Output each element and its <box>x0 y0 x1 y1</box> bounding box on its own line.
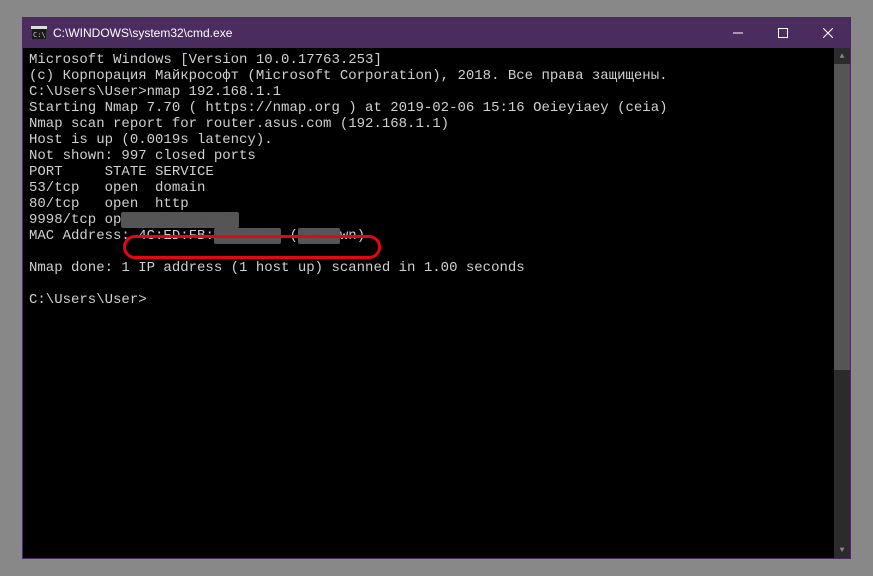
vertical-scrollbar[interactable]: ▲ ▼ <box>834 48 850 558</box>
minimize-button[interactable] <box>715 18 760 48</box>
output-line: Not shown: 997 closed ports <box>29 148 844 164</box>
output-line: Nmap done: 1 IP address (1 host up) scan… <box>29 260 844 276</box>
output-line: Starting Nmap 7.70 ( https://nmap.org ) … <box>29 100 844 116</box>
output-line: C:\Users\User>nmap 192.168.1.1 <box>29 84 844 100</box>
mac-address-line: MAC Address: 4C:ED:FB:XX:XX:XX (Unknown) <box>29 228 844 244</box>
titlebar[interactable]: C:\ C:\WINDOWS\system32\cmd.exe <box>23 18 850 48</box>
cmd-window: C:\ C:\WINDOWS\system32\cmd.exe Microsof… <box>22 17 851 559</box>
output-line: Microsoft Windows [Version 10.0.17763.25… <box>29 52 844 68</box>
redacted-text: en distinct32 <box>121 212 239 228</box>
output-line: 53/tcp open domain <box>29 180 844 196</box>
output-line: Host is up (0.0019s latency). <box>29 132 844 148</box>
terminal-output[interactable]: Microsoft Windows [Version 10.0.17763.25… <box>23 48 850 558</box>
close-button[interactable] <box>805 18 850 48</box>
output-line <box>29 244 844 260</box>
redacted-vendor: Unkno <box>298 228 340 244</box>
scroll-down-arrow[interactable]: ▼ <box>834 542 850 558</box>
window-title: C:\WINDOWS\system32\cmd.exe <box>53 26 715 40</box>
scroll-up-arrow[interactable]: ▲ <box>834 48 850 64</box>
prompt-line: C:\Users\User> <box>29 292 844 308</box>
redacted-mac: XX:XX:XX <box>214 228 281 244</box>
svg-text:C:\: C:\ <box>33 31 46 39</box>
output-line: PORT STATE SERVICE <box>29 164 844 180</box>
scrollbar-thumb[interactable] <box>834 64 850 370</box>
output-line: (c) Корпорация Майкрософт (Microsoft Cor… <box>29 68 844 84</box>
window-controls <box>715 18 850 48</box>
output-line: 9998/tcp open distinct32 <box>29 212 844 228</box>
cmd-icon: C:\ <box>31 26 47 40</box>
output-line <box>29 276 844 292</box>
output-line: Nmap scan report for router.asus.com (19… <box>29 116 844 132</box>
maximize-button[interactable] <box>760 18 805 48</box>
output-line: 80/tcp open http <box>29 196 844 212</box>
